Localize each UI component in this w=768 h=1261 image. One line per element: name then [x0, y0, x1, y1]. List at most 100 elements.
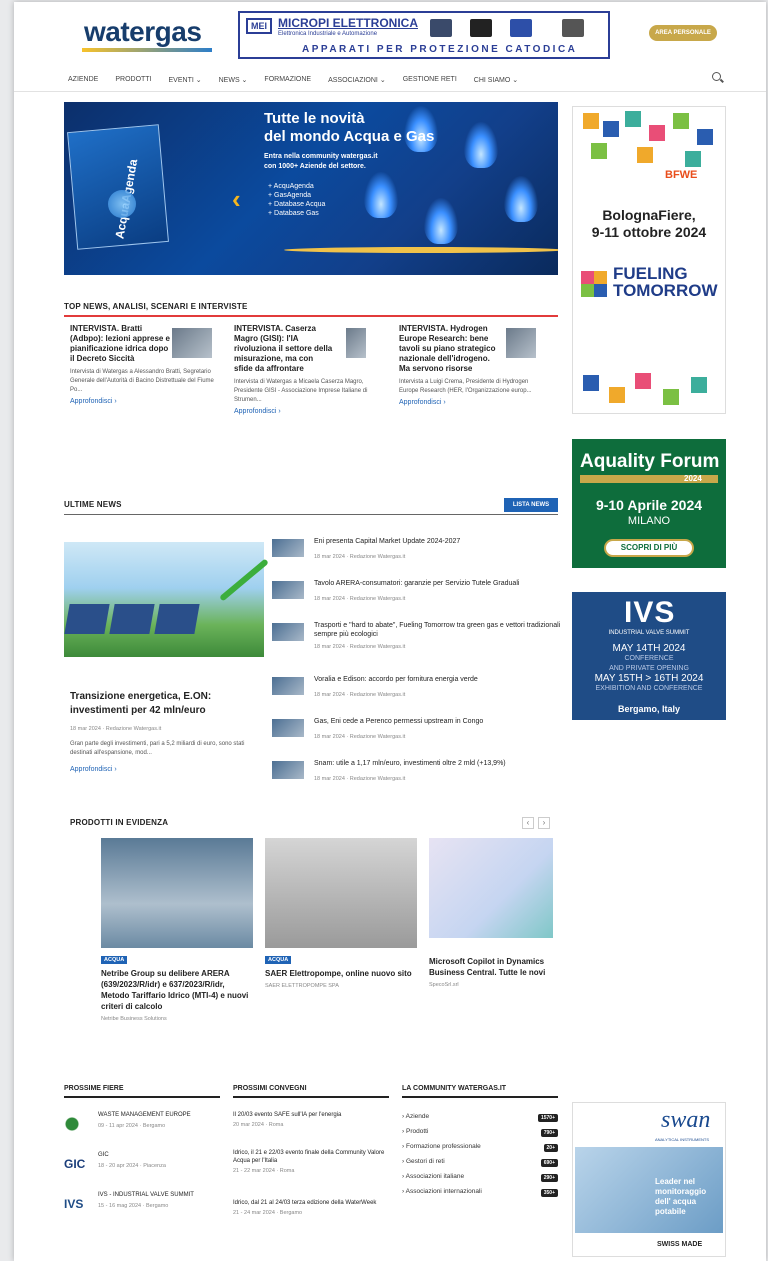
- news-thumbnail[interactable]: [272, 539, 304, 557]
- community-item[interactable]: › Formazione professionale 20+: [402, 1143, 558, 1157]
- news-title[interactable]: Tavolo ARERA-consumatori: garanzie per S…: [314, 579, 564, 588]
- device-icon: [470, 19, 492, 37]
- news-thumbnail[interactable]: [272, 761, 304, 779]
- product-image[interactable]: [101, 838, 253, 948]
- swan-subtitle: ANALYTICAL INSTRUMENTS: [655, 1137, 710, 1142]
- news-thumbnail[interactable]: [272, 623, 304, 641]
- news-row[interactable]: Tavolo ARERA-consumatori: garanzie per S…: [272, 579, 562, 619]
- pattern-tile: [635, 373, 651, 389]
- product-image[interactable]: [429, 838, 553, 938]
- top-news-heading[interactable]: INTERVISTA. Caserza Magro (GISI): l'IA r…: [234, 324, 334, 374]
- pattern-tile: [673, 113, 689, 129]
- solar-panel: [109, 604, 155, 634]
- community-item[interactable]: › Aziende 1570+: [402, 1113, 558, 1127]
- product-card[interactable]: Microsoft Copilot in Dynamics Business C…: [429, 838, 553, 988]
- site-logo[interactable]: watergas: [84, 16, 202, 48]
- nav-item-chi-siamo[interactable]: CHI SIAMO ⌄: [474, 76, 518, 84]
- approfondisci-link[interactable]: Approfondisci ›: [399, 399, 549, 406]
- top-news-excerpt: Intervista di Watergas a Alessandro Brat…: [70, 369, 214, 393]
- bfwe-ad[interactable]: BFWE BolognaFiere, 9-11 ottobre 2024 FUEL…: [572, 106, 726, 414]
- top-news-heading[interactable]: INTERVISTA. Bratti (Adbpo): lezioni appr…: [70, 324, 170, 364]
- convention-item[interactable]: Idrico, dal 21 al 24/03 terza edizione d…: [233, 1199, 389, 1216]
- news-row[interactable]: Snam: utile a 1,17 mln/euro, investiment…: [272, 759, 562, 799]
- convention-name[interactable]: Idrico, il 21 e 22/03 evento finale dell…: [233, 1149, 389, 1165]
- next-arrow-icon[interactable]: ›: [538, 817, 550, 829]
- news-title[interactable]: Eni presenta Capital Market Update 2024-…: [314, 537, 564, 546]
- news-row[interactable]: Voralia e Edison: accordo per fornitura …: [272, 675, 562, 715]
- news-title[interactable]: Snam: utile a 1,17 mln/euro, investiment…: [314, 759, 564, 768]
- nav-item-formazione[interactable]: FORMAZIONE: [264, 76, 311, 83]
- nav-item-prodotti[interactable]: PRODOTTI: [115, 76, 151, 83]
- search-icon[interactable]: [712, 72, 721, 81]
- featured-news-image[interactable]: [64, 542, 269, 657]
- product-image[interactable]: [265, 838, 417, 948]
- device-icon: [562, 19, 584, 37]
- news-row[interactable]: Trasporti e "hard to abate", Fueling Tom…: [272, 621, 562, 661]
- logo-swoosh: [82, 48, 212, 52]
- community-item[interactable]: › Prodotti 790+: [402, 1128, 558, 1142]
- news-meta: 18 mar 2024 · Redazione Watergas.it: [314, 734, 406, 740]
- hero-banner[interactable]: AcquaAgenda ‹ Tutte le novitàdel mondo A…: [64, 102, 558, 275]
- pattern-tile: [685, 151, 701, 167]
- fair-meta: 09 - 11 apr 2024 · Bergamo: [98, 1123, 166, 1129]
- ivs-ad[interactable]: IVS INDUSTRIAL VALVE SUMMIT MAY 14TH 202…: [572, 592, 726, 720]
- news-meta: 18 mar 2024 · Redazione Watergas.it: [314, 644, 406, 650]
- pattern-tile: [583, 113, 599, 129]
- count-badge: 350+: [540, 1189, 558, 1197]
- fair-name[interactable]: GIC: [98, 1151, 109, 1159]
- top-news-thumbnail[interactable]: [506, 328, 536, 358]
- news-title[interactable]: Voralia e Edison: accordo per fornitura …: [314, 675, 564, 684]
- product-card[interactable]: ACQUA SAER Elettropompe, online nuovo si…: [265, 838, 417, 989]
- news-title[interactable]: Trasporti e "hard to abate", Fueling Tom…: [314, 621, 564, 639]
- ivs-city: Bergamo, Italy: [617, 704, 681, 714]
- nav-item-news[interactable]: NEWS ⌄: [219, 76, 248, 84]
- convention-name[interactable]: Il 20/03 evento SAFE sull'IA per l'energ…: [233, 1111, 389, 1119]
- news-row[interactable]: Eni presenta Capital Market Update 2024-…: [272, 537, 562, 577]
- nav-item-associazioni[interactable]: ASSOCIAZIONI ⌄: [328, 76, 386, 84]
- product-tag[interactable]: ACQUA: [101, 956, 128, 964]
- news-thumbnail[interactable]: [272, 581, 304, 599]
- nav-item-gestione-reti[interactable]: GESTIONE RETI: [403, 76, 457, 83]
- community-item[interactable]: › Associazioni internazionali 350+: [402, 1188, 558, 1202]
- news-thumbnail[interactable]: [272, 677, 304, 695]
- featured-news-title[interactable]: Transizione energetica, E.ON: investimen…: [70, 690, 260, 718]
- approfondisci-link[interactable]: Approfondisci ›: [234, 408, 384, 415]
- community-item[interactable]: › Gestori di reti 690+: [402, 1158, 558, 1172]
- community-item[interactable]: › Associazioni italiane 290+: [402, 1173, 558, 1187]
- news-row[interactable]: Gas, Eni cede a Perenco permessi upstrea…: [272, 717, 562, 757]
- fair-item[interactable]: IVS IVS - INDUSTRIAL VALVE SUMMIT 15 - 1…: [64, 1191, 220, 1231]
- swan-ad[interactable]: swan ANALYTICAL INSTRUMENTS Leader nel m…: [572, 1102, 726, 1257]
- pattern-tile: [609, 387, 625, 403]
- featured-news-excerpt: Gran parte degli investimenti, pari a 5,…: [70, 741, 245, 756]
- fair-item[interactable]: WASTE MANAGEMENT EUROPE 09 - 11 apr 2024…: [64, 1111, 220, 1151]
- top-news-thumbnail[interactable]: [172, 328, 212, 358]
- device-icon: [510, 19, 532, 37]
- product-tag[interactable]: ACQUA: [265, 956, 292, 964]
- fair-name[interactable]: WASTE MANAGEMENT EUROPE: [98, 1111, 191, 1119]
- fair-item[interactable]: GIC GIC 18 - 20 apr 2024 · Piacenza: [64, 1151, 220, 1191]
- approfondisci-link[interactable]: Approfondisci ›: [70, 398, 220, 405]
- micropi-banner[interactable]: MEI MICROPI ELETTRONICA Elettronica Indu…: [238, 11, 610, 59]
- lista-news-button[interactable]: LISTA NEWS: [504, 498, 558, 512]
- top-news-thumbnail[interactable]: [346, 328, 366, 358]
- aquality-forum-ad[interactable]: Aquality Forum 2024 9-10 Aprile 2024 MIL…: [572, 439, 726, 568]
- nav-item-aziende[interactable]: AZIENDE: [68, 76, 98, 83]
- area-personale-button[interactable]: AREA PERSONALE: [649, 25, 717, 41]
- product-title[interactable]: SAER Elettropompe, online nuovo sito: [265, 968, 417, 979]
- product-title[interactable]: Microsoft Copilot in Dynamics Business C…: [429, 956, 553, 978]
- convention-item[interactable]: Idrico, il 21 e 22/03 evento finale dell…: [233, 1149, 389, 1174]
- product-card[interactable]: ACQUA Netribe Group su delibere ARERA (6…: [101, 838, 253, 1022]
- fair-name[interactable]: IVS - INDUSTRIAL VALVE SUMMIT: [98, 1191, 194, 1199]
- approfondisci-link[interactable]: Approfondisci ›: [70, 766, 117, 773]
- product-title[interactable]: Netribe Group su delibere ARERA (639/202…: [101, 968, 253, 1012]
- news-title[interactable]: Gas, Eni cede a Perenco permessi upstrea…: [314, 717, 564, 726]
- scopri-button[interactable]: SCOPRI DI PIÙ: [604, 539, 694, 557]
- convention-item[interactable]: Il 20/03 evento SAFE sull'IA per l'energ…: [233, 1111, 389, 1128]
- news-thumbnail[interactable]: [272, 719, 304, 737]
- prev-arrow-icon[interactable]: ‹: [522, 817, 534, 829]
- convention-name[interactable]: Idrico, dal 21 al 24/03 terza edizione d…: [233, 1199, 389, 1207]
- top-news-heading[interactable]: INTERVISTA. Hydrogen Europe Research: be…: [399, 324, 499, 374]
- count-badge: 20+: [543, 1144, 558, 1152]
- nav-item-eventi[interactable]: EVENTI ⌄: [169, 76, 202, 84]
- convention-meta: 21 - 22 mar 2024 · Roma: [233, 1168, 295, 1174]
